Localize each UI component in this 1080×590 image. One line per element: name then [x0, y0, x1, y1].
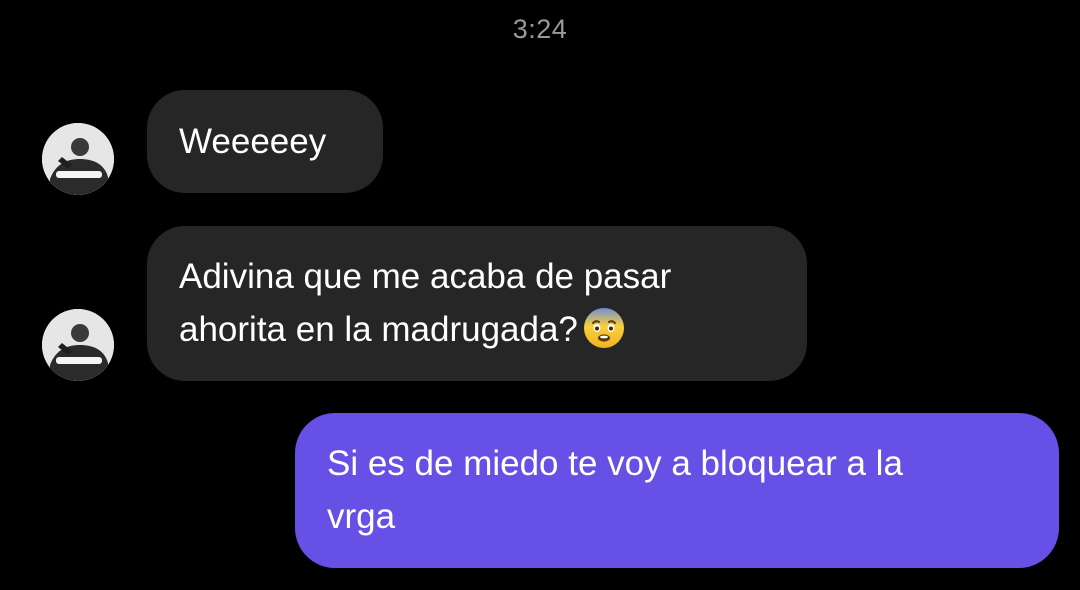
message-timestamp: 3:24 [512, 14, 568, 44]
contact-avatar[interactable] [42, 309, 114, 381]
message-text: ahorita en la madrugada? [179, 310, 578, 349]
incoming-message-bubble[interactable]: Adivina que me acaba de pasar ahorita en… [147, 226, 807, 381]
profile-photo-icon [42, 309, 114, 381]
incoming-message-bubble[interactable]: Weeeeey [147, 90, 383, 193]
message-text: Adivina que me acaba de pasar [179, 257, 672, 296]
fearful-face-emoji-icon [582, 306, 626, 365]
profile-photo-icon [42, 123, 114, 195]
message-text: vrga [327, 497, 396, 536]
contact-avatar[interactable] [42, 123, 114, 195]
outgoing-message-bubble[interactable]: Si es de miedo te voy a bloquear a la vr… [295, 413, 1059, 568]
message-text: Si es de miedo te voy a bloquear a la [327, 444, 903, 483]
message-text: Weeeeey [179, 122, 327, 161]
